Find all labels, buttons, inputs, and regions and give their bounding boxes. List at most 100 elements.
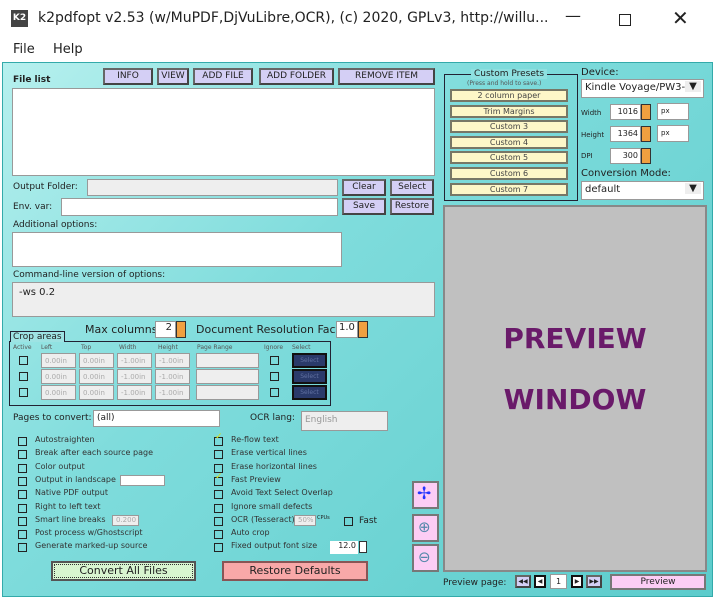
option-checkbox[interactable] xyxy=(18,543,27,553)
custom-preset-button[interactable]: Custom 3 xyxy=(450,120,568,134)
option-checkbox[interactable] xyxy=(214,503,223,513)
view-button[interactable]: VIEW xyxy=(157,68,189,85)
crop-page-range-input[interactable] xyxy=(196,369,259,384)
device-select[interactable]: Kindle Voyage/PW3- ▼ xyxy=(581,79,704,98)
custom-preset-button[interactable]: 2 column paper xyxy=(450,89,568,102)
crop-select-button[interactable]: Select xyxy=(292,369,327,384)
option-checkbox[interactable] xyxy=(214,490,223,500)
crop-width-input[interactable]: -1.00in xyxy=(117,385,152,400)
crop-width-input[interactable]: -1.00in xyxy=(117,369,152,384)
option-checkbox[interactable] xyxy=(18,503,27,513)
save-button[interactable]: Save xyxy=(342,198,386,215)
first-page-button[interactable]: ◀◀ xyxy=(515,575,531,588)
custom-preset-button[interactable]: Custom 4 xyxy=(450,135,568,149)
option-checkbox[interactable]: ✓ xyxy=(214,472,223,486)
height-spinner[interactable] xyxy=(641,126,651,142)
crop-ignore-checkbox[interactable] xyxy=(270,356,279,365)
next-page-button[interactable]: ▶ xyxy=(571,575,583,588)
conversion-mode-select[interactable]: default ▼ xyxy=(581,181,704,200)
option-checkbox[interactable] xyxy=(214,450,223,460)
option-checkbox[interactable] xyxy=(18,516,27,526)
add-folder-button[interactable]: ADD FOLDER xyxy=(259,68,334,85)
crop-left-input[interactable]: 0.00in xyxy=(41,353,76,368)
crop-header: Ignore xyxy=(264,344,284,351)
option-label: Fixed output font size xyxy=(231,541,318,551)
restore-defaults-button[interactable]: Restore Defaults xyxy=(222,561,368,581)
option-checkbox[interactable] xyxy=(18,437,27,446)
crop-header: Page Range xyxy=(197,344,233,351)
custom-preset-button[interactable]: Custom 5 xyxy=(450,151,568,165)
height-input[interactable]: 1364 xyxy=(610,126,641,142)
command-line-output[interactable]: -ws 0.2 xyxy=(12,282,435,317)
max-columns-spinner[interactable] xyxy=(176,321,186,338)
crop-page-range-input[interactable] xyxy=(196,385,259,400)
width-unit-select[interactable]: px xyxy=(657,103,689,120)
crop-ignore-checkbox[interactable] xyxy=(270,372,279,381)
height-unit-select[interactable]: px xyxy=(657,125,689,142)
zoom-out-button[interactable]: ⊖ xyxy=(412,544,439,572)
option-checkbox[interactable] xyxy=(18,530,27,540)
crop-top-input[interactable]: 0.00in xyxy=(79,385,114,400)
crop-page-range-input[interactable] xyxy=(196,353,259,368)
smart-line-breaks-input[interactable]: 0.200 xyxy=(112,515,139,526)
add-file-button[interactable]: ADD FILE xyxy=(193,68,253,85)
file-list[interactable] xyxy=(12,88,435,176)
crop-width-input[interactable]: -1.00in xyxy=(117,353,152,368)
crop-height-input[interactable]: -1.00in xyxy=(155,385,190,400)
landscape-input[interactable] xyxy=(120,475,165,486)
additional-options-input[interactable] xyxy=(12,232,342,267)
option-checkbox[interactable] xyxy=(214,516,223,526)
ocr-cpu-input[interactable]: 50% xyxy=(294,515,316,526)
max-columns-input[interactable]: 2 xyxy=(155,321,176,338)
option-checkbox[interactable] xyxy=(214,530,223,540)
font-size-spinner[interactable] xyxy=(359,541,367,553)
page-number-input[interactable]: 1 xyxy=(550,574,567,589)
option-checkbox[interactable]: ✓ xyxy=(214,432,223,446)
custom-preset-button[interactable]: Custom 7 xyxy=(450,182,568,196)
info-button[interactable]: INFO xyxy=(103,68,153,85)
remove-item-button[interactable]: REMOVE ITEM xyxy=(338,68,435,85)
zoom-in-button[interactable]: ⊕ xyxy=(412,514,439,542)
last-page-button[interactable]: ▶▶ xyxy=(586,575,602,588)
resolution-spinner[interactable] xyxy=(358,321,368,338)
crop-select-button[interactable]: Select xyxy=(292,385,327,400)
output-folder-input[interactable] xyxy=(87,179,338,196)
option-checkbox[interactable] xyxy=(18,476,27,486)
ocr-fast-checkbox[interactable] xyxy=(344,517,353,526)
crop-active-checkbox[interactable] xyxy=(19,372,28,381)
font-size-input[interactable]: 12.0 xyxy=(330,541,358,554)
pages-input[interactable]: (all) xyxy=(93,410,220,427)
preview-button[interactable]: Preview xyxy=(610,574,706,590)
crop-top-input[interactable]: 0.00in xyxy=(79,353,114,368)
prev-page-button[interactable]: ◀ xyxy=(534,575,546,588)
restore-button[interactable]: Restore xyxy=(390,198,434,215)
width-spinner[interactable] xyxy=(641,104,651,120)
preview-window[interactable]: PREVIEW WINDOW xyxy=(443,205,707,572)
custom-preset-button[interactable]: Trim Margins xyxy=(450,104,568,118)
dpi-input[interactable]: 300 xyxy=(610,148,641,164)
resolution-input[interactable]: 1.0 xyxy=(336,321,358,338)
option-checkbox[interactable] xyxy=(214,543,223,553)
crop-left-input[interactable]: 0.00in xyxy=(41,369,76,384)
crop-select-button[interactable]: Select xyxy=(292,353,327,368)
crop-top-input[interactable]: 0.00in xyxy=(79,369,114,384)
ocr-lang-select[interactable]: English xyxy=(301,411,388,431)
width-input[interactable]: 1016 xyxy=(610,104,641,120)
dpi-spinner[interactable] xyxy=(641,148,651,164)
option-checkbox[interactable] xyxy=(18,490,27,500)
select-folder-button[interactable]: Select xyxy=(390,179,434,196)
env-var-input[interactable] xyxy=(61,198,338,216)
crop-height-input[interactable]: -1.00in xyxy=(155,369,190,384)
move-arrows-icon: ✢ xyxy=(417,484,432,504)
convert-all-files-button[interactable]: Convert All Files xyxy=(51,561,196,581)
crop-left-input[interactable]: 0.00in xyxy=(41,385,76,400)
clear-button[interactable]: Clear xyxy=(342,179,386,196)
crop-ignore-checkbox[interactable] xyxy=(270,388,279,397)
crop-height-input[interactable]: -1.00in xyxy=(155,353,190,368)
fit-page-button[interactable]: ✢ xyxy=(412,481,439,509)
crop-active-checkbox[interactable] xyxy=(19,388,28,397)
option-checkbox[interactable] xyxy=(18,463,27,473)
option-checkbox[interactable] xyxy=(18,450,27,460)
custom-preset-button[interactable]: Custom 6 xyxy=(450,167,568,180)
crop-active-checkbox[interactable] xyxy=(19,356,28,365)
